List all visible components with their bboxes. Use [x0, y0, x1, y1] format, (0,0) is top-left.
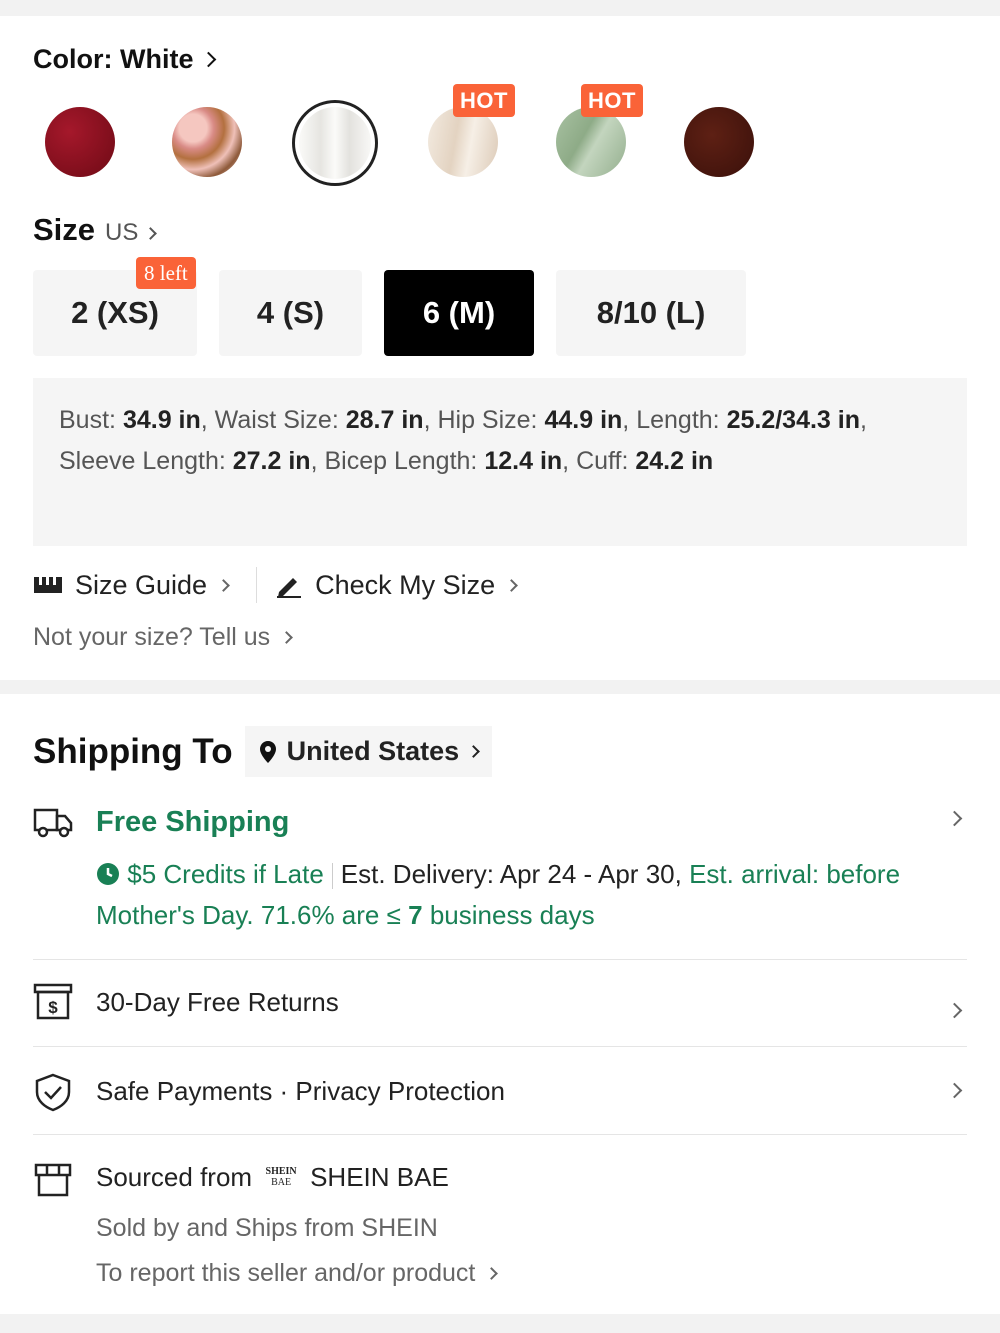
shipping-header: Shipping To United States	[33, 726, 493, 777]
product-options-card: Color: White HOT HOT Size US 2 (XS) 4 (S…	[0, 16, 1000, 680]
shield-check-icon	[35, 1073, 71, 1112]
bust-label: Bust:	[59, 406, 116, 434]
swatch-fill	[299, 107, 371, 179]
size-selector-title[interactable]: Size US	[33, 212, 158, 248]
length-value: 25.2/34.3 in	[726, 406, 861, 434]
size-unit: US	[105, 219, 158, 247]
sourced-from-label: Sourced from	[96, 1161, 253, 1192]
cuff-value: 24.2 in	[635, 447, 714, 475]
chevron-right-icon	[467, 745, 480, 758]
stock-left-badge: 8 left	[136, 257, 196, 289]
size-option-l[interactable]: 8/10 (L)	[556, 270, 746, 356]
divider	[33, 1134, 967, 1135]
logo-bottom-text: BAE	[271, 1177, 292, 1188]
return-box-icon: $	[33, 983, 73, 1020]
hot-badge: HOT	[581, 84, 643, 117]
free-returns-label[interactable]: 30-Day Free Returns	[96, 987, 339, 1018]
sleeve-label: Sleeve Length:	[59, 447, 226, 475]
color-selector-title[interactable]: Color: White	[33, 44, 217, 75]
size-option-m-selected[interactable]: 6 (M)	[384, 270, 534, 356]
waist-value: 28.7 in	[345, 406, 424, 434]
cuff-label: Cuff:	[576, 447, 629, 475]
length-label: Length:	[636, 406, 720, 434]
sold-by-text: Sold by and Ships from SHEIN	[96, 1214, 438, 1243]
bicep-label: Bicep Length:	[324, 447, 478, 475]
store-icon	[34, 1163, 72, 1197]
color-swatch-burgundy[interactable]	[45, 107, 115, 177]
divider	[256, 567, 258, 603]
shipping-title: Shipping To	[33, 731, 233, 771]
color-swatch-brown[interactable]	[684, 107, 754, 177]
chevron-right-icon	[201, 51, 217, 68]
days-number: 7	[408, 900, 423, 930]
brand-name: SHEIN BAE	[310, 1161, 449, 1192]
chevron-right-icon	[144, 226, 158, 240]
logo-top-text: SHEIN	[265, 1166, 297, 1177]
sleeve-value: 27.2 in	[232, 447, 311, 475]
size-label: Size	[33, 212, 96, 247]
country-name: United States	[286, 736, 460, 766]
check-size-label: Check My Size	[315, 569, 496, 600]
size-unit-text: US	[105, 219, 139, 246]
delivery-details: $5 Credits if Late Est. Delivery: Apr 24 …	[96, 854, 966, 936]
ruler-icon	[34, 577, 62, 593]
bicep-value: 12.4 in	[484, 447, 563, 475]
late-credits[interactable]: $5 Credits if Late	[96, 859, 324, 889]
free-shipping-label[interactable]: Free Shipping	[96, 806, 289, 839]
chevron-right-icon	[217, 578, 230, 592]
shein-bae-logo: SHEIN BAE	[260, 1161, 302, 1193]
waist-label: Waist Size:	[214, 406, 339, 434]
color-label: Color: White	[33, 44, 194, 74]
bust-value: 34.9 in	[122, 406, 201, 434]
size-option-s[interactable]: 4 (S)	[219, 270, 362, 356]
svg-text:$: $	[48, 998, 58, 1017]
divider	[33, 959, 967, 960]
est-delivery: Est. Delivery: Apr 24 - Apr 30,	[340, 859, 682, 889]
location-pin-icon	[259, 740, 276, 763]
not-your-size-label: Not your size? Tell us	[33, 623, 271, 651]
report-label: To report this seller and/or product	[96, 1259, 476, 1287]
size-guide-label: Size Guide	[75, 569, 208, 600]
days-suffix: business days	[429, 900, 595, 930]
pencil-icon	[277, 578, 302, 598]
color-swatch-pink-floral[interactable]	[172, 107, 242, 177]
shipping-card: Shipping To United States Free Shipping …	[0, 694, 1000, 1314]
safe-payments-label[interactable]: Safe Payments · Privacy Protection	[96, 1076, 505, 1107]
credits-text: $5 Credits if Late	[127, 859, 324, 889]
color-swatch-cream-floral[interactable]	[428, 107, 498, 177]
chevron-right-icon[interactable]	[946, 1082, 963, 1099]
hip-value: 44.9 in	[544, 406, 623, 434]
divider	[331, 863, 333, 890]
chevron-right-icon	[485, 1267, 499, 1280]
truck-icon	[33, 808, 73, 838]
color-swatch-white-selected[interactable]	[292, 100, 378, 186]
hot-badge: HOT	[453, 84, 515, 117]
report-seller-link[interactable]: To report this seller and/or product	[96, 1259, 499, 1288]
size-guide-link[interactable]: Size Guide	[33, 569, 230, 601]
check-my-size-link[interactable]: Check My Size	[275, 569, 519, 601]
chevron-right-icon[interactable]	[946, 810, 963, 827]
sold-by-label: Sold by and Ships from SHEIN	[96, 1214, 438, 1242]
not-your-size-link[interactable]: Not your size? Tell us	[33, 623, 294, 652]
country-selector[interactable]: United States	[244, 726, 493, 777]
divider	[33, 1046, 967, 1047]
size-links: Size Guide Check My Size	[33, 567, 519, 603]
hip-label: Hip Size:	[437, 406, 538, 434]
chevron-right-icon	[280, 631, 294, 644]
size-measurements: Bust: 34.9 in, Waist Size: 28.7 in, Hip …	[33, 378, 967, 546]
chevron-right-icon	[505, 578, 519, 592]
clock-icon	[97, 863, 119, 885]
sourced-from-row[interactable]: Sourced from SHEIN BAE SHEIN BAE	[96, 1161, 449, 1193]
chevron-right-icon[interactable]	[946, 1002, 963, 1019]
color-swatch-sage-green[interactable]	[556, 107, 626, 177]
